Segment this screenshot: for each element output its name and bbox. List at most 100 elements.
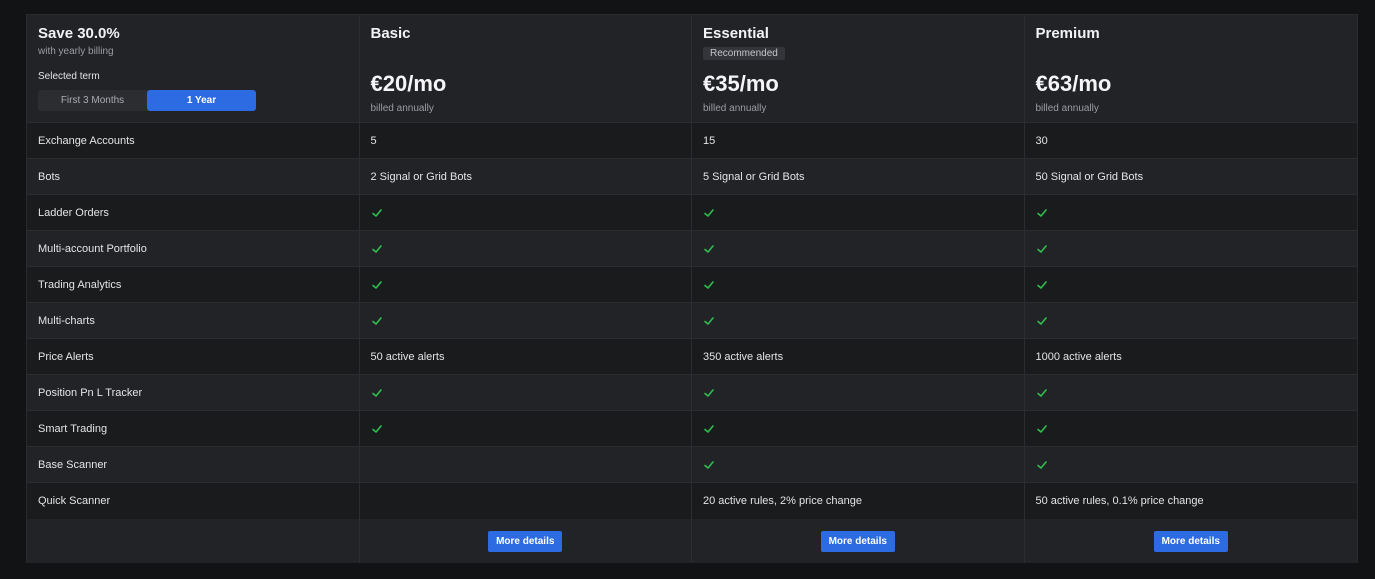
check-icon-cell bbox=[692, 303, 1025, 338]
check-icon bbox=[704, 460, 714, 469]
feature-value: 5 Signal or Grid Bots bbox=[692, 159, 1025, 194]
feature-label: Ladder Orders bbox=[27, 195, 360, 230]
feature-label: Base Scanner bbox=[27, 447, 360, 482]
check-icon-cell bbox=[1025, 195, 1358, 230]
plan-price: €20/mo bbox=[370, 71, 447, 96]
save-title: Save 30.0% bbox=[38, 25, 120, 42]
check-icon-cell bbox=[692, 231, 1025, 266]
check-icon bbox=[1036, 280, 1047, 289]
basic-more-details-button[interactable]: More details bbox=[488, 530, 563, 552]
pricing-header-row: Save 30.0% with yearly billing Selected … bbox=[27, 15, 1357, 123]
selected-term-label: Selected term bbox=[38, 71, 100, 82]
term-toggle: First 3 Months 1 Year bbox=[38, 90, 256, 111]
term-option-3-months[interactable]: First 3 Months bbox=[38, 90, 147, 111]
check-icon bbox=[704, 244, 714, 253]
premium-more-details-button[interactable]: More details bbox=[1153, 530, 1228, 552]
table-row: Bots 2 Signal or Grid Bots 5 Signal or Gri… bbox=[27, 159, 1357, 195]
table-row: Trading Analytics bbox=[27, 267, 1357, 303]
feature-label: Multi-account Portfolio bbox=[27, 231, 360, 266]
check-icon bbox=[1036, 460, 1047, 469]
essential-details-cell: More details bbox=[692, 519, 1025, 563]
check-icon bbox=[371, 388, 382, 397]
pricing-table: Save 30.0% with yearly billing Selected … bbox=[26, 14, 1358, 563]
check-icon-cell bbox=[360, 231, 692, 266]
check-icon-cell bbox=[360, 267, 692, 302]
check-icon-cell bbox=[360, 375, 692, 410]
feature-label: Smart Trading bbox=[27, 411, 360, 446]
save-subtitle: with yearly billing bbox=[38, 46, 114, 57]
feature-value bbox=[360, 483, 692, 519]
feature-label: Exchange Accounts bbox=[27, 123, 360, 158]
check-icon-cell bbox=[360, 411, 692, 446]
check-icon bbox=[704, 208, 714, 217]
check-icon bbox=[704, 316, 714, 325]
check-icon bbox=[704, 424, 714, 433]
check-icon bbox=[1036, 208, 1047, 217]
check-icon-cell bbox=[1025, 447, 1358, 482]
check-icon bbox=[371, 316, 382, 325]
plan-price: €63/mo bbox=[1035, 71, 1112, 96]
plan-price: €35/mo bbox=[703, 71, 779, 96]
table-row: Smart Trading bbox=[27, 411, 1357, 447]
table-row: Base Scanner bbox=[27, 447, 1357, 483]
feature-value: 20 active rules, 2% price change bbox=[692, 483, 1025, 519]
billing-note: billed annually bbox=[370, 103, 434, 114]
feature-label: Multi-charts bbox=[27, 303, 360, 338]
table-row: Exchange Accounts 5 15 30 bbox=[27, 123, 1357, 159]
empty-cell bbox=[27, 519, 360, 563]
feature-value: 50 Signal or Grid Bots bbox=[1035, 170, 1144, 183]
check-icon bbox=[704, 388, 714, 397]
check-icon-cell bbox=[1025, 375, 1358, 410]
check-icon-cell bbox=[692, 447, 1025, 482]
feature-label: Position Pn L Tracker bbox=[27, 375, 360, 410]
plan-name: Basic bbox=[370, 25, 411, 42]
feature-value: 1000 active alerts bbox=[1035, 350, 1122, 363]
table-row: Multi-account Portfolio bbox=[27, 231, 1357, 267]
feature-rows: Exchange Accounts 5 15 30 Bots 2 Signal or Gr… bbox=[27, 123, 1357, 519]
check-icon-cell bbox=[1025, 303, 1358, 338]
check-icon-cell bbox=[692, 375, 1025, 410]
recommended-badge: Recommended bbox=[703, 47, 785, 60]
check-icon-cell bbox=[1025, 267, 1358, 302]
premium-details-cell: More details bbox=[1025, 519, 1358, 563]
plan-essential-header: Essential Recommended €35/mo billed annu… bbox=[692, 15, 1025, 122]
check-icon bbox=[1036, 424, 1047, 433]
check-icon-cell bbox=[692, 267, 1025, 302]
check-icon-cell bbox=[1025, 231, 1358, 266]
basic-details-cell: More details bbox=[360, 519, 692, 563]
term-selector-cell: Save 30.0% with yearly billing Selected … bbox=[27, 15, 360, 122]
billing-note: billed annually bbox=[1035, 103, 1099, 114]
plan-basic-header: Basic €20/mo billed annually bbox=[360, 15, 692, 122]
feature-label: Price Alerts bbox=[27, 339, 360, 374]
check-icon bbox=[371, 280, 382, 289]
check-icon bbox=[371, 244, 382, 253]
table-row: Quick Scanner 20 active rules, 2% price c… bbox=[27, 483, 1357, 519]
term-option-1-year[interactable]: 1 Year bbox=[147, 90, 256, 111]
plan-name: Essential bbox=[703, 25, 769, 42]
check-icon bbox=[1036, 244, 1047, 253]
feature-value: 350 active alerts bbox=[692, 339, 1025, 374]
check-icon bbox=[371, 208, 382, 217]
check-icon bbox=[704, 280, 714, 289]
table-row: Multi-charts bbox=[27, 303, 1357, 339]
plan-name: Premium bbox=[1035, 25, 1100, 42]
feature-label: Quick Scanner bbox=[27, 483, 360, 519]
table-row: Ladder Orders bbox=[27, 195, 1357, 231]
check-icon-cell bbox=[360, 303, 692, 338]
feature-value: 50 active rules, 0.1% price change bbox=[1035, 495, 1204, 507]
check-icon bbox=[1036, 388, 1047, 397]
billing-note: billed annually bbox=[703, 103, 767, 114]
feature-value: 5 bbox=[360, 123, 692, 158]
feature-label: Trading Analytics bbox=[27, 267, 360, 302]
table-row: Price Alerts 50 active alerts 350 active a… bbox=[27, 339, 1357, 375]
feature-value: 30 bbox=[1035, 134, 1048, 147]
details-button-row: More details More details More details bbox=[27, 519, 1357, 563]
feature-label: Bots bbox=[27, 159, 360, 194]
essential-more-details-button[interactable]: More details bbox=[820, 530, 895, 552]
feature-value: 2 Signal or Grid Bots bbox=[360, 159, 692, 194]
check-icon bbox=[371, 424, 382, 433]
check-icon-cell bbox=[360, 195, 692, 230]
feature-value: 15 bbox=[692, 123, 1025, 158]
feature-value bbox=[360, 447, 692, 482]
feature-value: 50 active alerts bbox=[360, 339, 692, 374]
